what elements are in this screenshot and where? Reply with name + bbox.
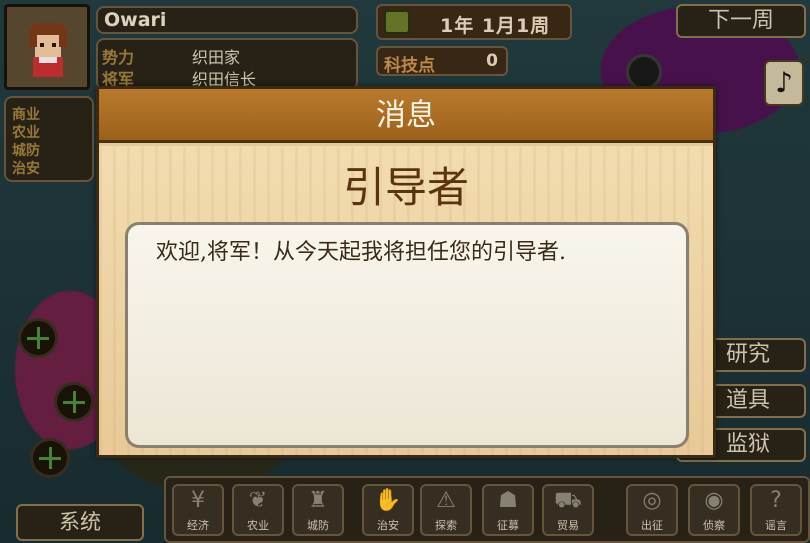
dialog-speaker-title: 引导者 [342,163,469,212]
message-box[interactable]: 欢迎,将军！从今天起我将担任您的引导者. [125,222,689,448]
message-dialog[interactable]: 消息 引导者 欢迎,将军！从今天起我将担任您的引导者. [96,86,716,458]
message-text: 欢迎,将军！从今天起我将担任您的引导者. [156,240,566,265]
dialog-header: 消息 [99,89,713,143]
dialog-body: 引导者 欢迎,将军！从今天起我将担任您的引导者. [99,146,713,455]
